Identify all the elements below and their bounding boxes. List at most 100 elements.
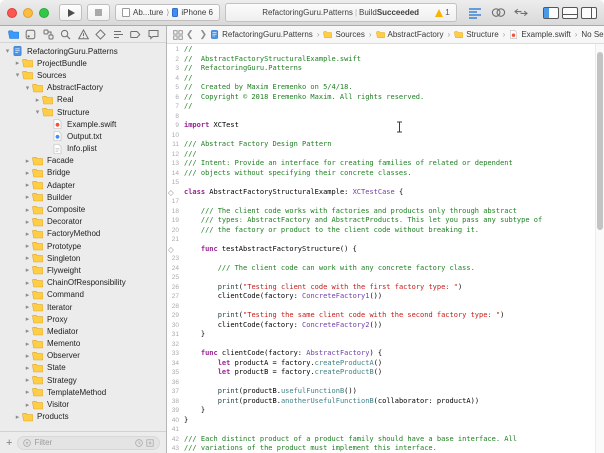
- warning-badge[interactable]: 1: [435, 8, 449, 17]
- breadcrumb-item-example-swift[interactable]: Example.swift: [509, 30, 570, 39]
- breadcrumb-item-no-selection[interactable]: No Selection: [581, 30, 604, 39]
- tree-item-adapter[interactable]: ▸Adapter: [0, 179, 166, 191]
- gutter[interactable]: 5: [167, 83, 184, 93]
- gutter[interactable]: 3: [167, 64, 184, 74]
- debug-navigator-icon[interactable]: [112, 28, 124, 40]
- gutter[interactable]: 33: [167, 349, 184, 359]
- tree-item-prototype[interactable]: ▸Prototype: [0, 240, 166, 252]
- go-forward-button[interactable]: ❯: [200, 29, 208, 40]
- add-button[interactable]: +: [6, 438, 12, 448]
- disclosure-closed-icon[interactable]: ▸: [23, 352, 32, 360]
- disclosure-open-icon[interactable]: ▾: [3, 47, 12, 55]
- code-line[interactable]: 39 }: [167, 406, 604, 416]
- gutter[interactable]: 17: [167, 197, 184, 207]
- tree-item-abstractfactory[interactable]: ▾AbstractFactory: [0, 82, 166, 94]
- recents-clock-icon[interactable]: [135, 439, 143, 447]
- code-line[interactable]: 32: [167, 340, 604, 350]
- gutter[interactable]: 31: [167, 330, 184, 340]
- gutter[interactable]: 24: [167, 264, 184, 274]
- gutter[interactable]: 32: [167, 340, 184, 350]
- test-navigator-icon[interactable]: [95, 28, 107, 40]
- disclosure-closed-icon[interactable]: ▸: [23, 266, 32, 274]
- gutter[interactable]: 2: [167, 55, 184, 65]
- gutter[interactable]: 43: [167, 444, 184, 453]
- breadcrumb-item-abstractfactory[interactable]: AbstractFactory: [376, 30, 444, 39]
- gutter[interactable]: 38: [167, 397, 184, 407]
- tree-item-templatemethod[interactable]: ▸TemplateMethod: [0, 386, 166, 398]
- tree-item-flyweight[interactable]: ▸Flyweight: [0, 264, 166, 276]
- code-line[interactable]: 4//: [167, 74, 604, 84]
- gutter[interactable]: 26: [167, 283, 184, 293]
- code-line[interactable]: 29 print("Testing the same client code w…: [167, 311, 604, 321]
- source-editor[interactable]: 1//2// AbstractFactoryStructuralExample.…: [167, 44, 604, 453]
- gutter[interactable]: 20: [167, 226, 184, 236]
- tree-item-memento[interactable]: ▸Memento: [0, 338, 166, 350]
- source-control-navigator-icon[interactable]: [25, 28, 37, 40]
- gutter[interactable]: 21: [167, 235, 184, 245]
- code-line[interactable]: 30 clientCode(factory: ConcreteFactory2(…: [167, 321, 604, 331]
- code-line[interactable]: 9import XCTest: [167, 121, 604, 131]
- code-line[interactable]: 13/// Intent: Provide an interface for c…: [167, 159, 604, 169]
- code-line[interactable]: 27 clientCode(factory: ConcreteFactory1(…: [167, 292, 604, 302]
- standard-editor-button[interactable]: [466, 5, 485, 21]
- editor-scrollbar[interactable]: [595, 44, 604, 453]
- gutter[interactable]: 13: [167, 159, 184, 169]
- disclosure-closed-icon[interactable]: ▸: [13, 413, 22, 421]
- tree-item-example-swift[interactable]: Example.swift: [0, 118, 166, 130]
- navigator-panel-toggle[interactable]: [543, 7, 559, 19]
- code-line[interactable]: 6// Copyright © 2018 Eremenko Maxim. All…: [167, 93, 604, 103]
- code-line[interactable]: 12///: [167, 150, 604, 160]
- disclosure-closed-icon[interactable]: ▸: [23, 401, 32, 409]
- tree-item-composite[interactable]: ▸Composite: [0, 203, 166, 215]
- activity-viewer[interactable]: RefactoringGuru.Patterns | Build Succeed…: [225, 3, 457, 22]
- file-tree[interactable]: ▾RefactoringGuru.Patterns▸ProjectBundle▾…: [0, 43, 166, 431]
- code-line[interactable]: 11/// Abstract Factory Design Pattern: [167, 140, 604, 150]
- disclosure-closed-icon[interactable]: ▸: [23, 242, 32, 250]
- code-line[interactable]: 20 /// the factory or product to the cli…: [167, 226, 604, 236]
- scrollbar-thumb[interactable]: [597, 52, 603, 230]
- tree-item-bridge[interactable]: ▸Bridge: [0, 167, 166, 179]
- debug-area-toggle[interactable]: [562, 7, 578, 19]
- code-line[interactable]: 40}: [167, 416, 604, 426]
- disclosure-closed-icon[interactable]: ▸: [23, 218, 32, 226]
- tree-item-strategy[interactable]: ▸Strategy: [0, 374, 166, 386]
- code-line[interactable]: 38 print(productB.anotherUsefulFunctionB…: [167, 397, 604, 407]
- tree-item-mediator[interactable]: ▸Mediator: [0, 325, 166, 337]
- version-editor-button[interactable]: [512, 5, 531, 21]
- gutter[interactable]: 25: [167, 273, 184, 283]
- test-diamond-icon[interactable]: ◇: [168, 245, 174, 255]
- tree-item-singleton[interactable]: ▸Singleton: [0, 252, 166, 264]
- code-line[interactable]: 8: [167, 112, 604, 122]
- code-line[interactable]: 33 func clientCode(factory: AbstractFact…: [167, 349, 604, 359]
- tree-item-structure[interactable]: ▾Structure: [0, 106, 166, 118]
- code-line[interactable]: ◇ func testAbstractFactoryStructure() {: [167, 245, 604, 255]
- tree-item-real[interactable]: ▸Real: [0, 94, 166, 106]
- assistant-editor-button[interactable]: [489, 5, 508, 21]
- disclosure-open-icon[interactable]: ▾: [13, 71, 22, 79]
- project-navigator-icon[interactable]: [7, 28, 19, 40]
- tree-item-refactoringguru-patterns[interactable]: ▾RefactoringGuru.Patterns: [0, 45, 166, 57]
- zoom-window-button[interactable]: [39, 8, 49, 18]
- related-items-icon[interactable]: [173, 27, 183, 43]
- code-line[interactable]: 21: [167, 235, 604, 245]
- disclosure-open-icon[interactable]: ▾: [33, 108, 42, 116]
- gutter[interactable]: 41: [167, 425, 184, 435]
- disclosure-closed-icon[interactable]: ▸: [13, 59, 22, 67]
- code-line[interactable]: 1//: [167, 45, 604, 55]
- go-back-button[interactable]: ❮: [186, 29, 194, 40]
- gutter[interactable]: 40: [167, 416, 184, 426]
- disclosure-closed-icon[interactable]: ▸: [23, 230, 32, 238]
- gutter[interactable]: 23: [167, 254, 184, 264]
- disclosure-closed-icon[interactable]: ▸: [23, 193, 32, 201]
- tree-item-sources[interactable]: ▾Sources: [0, 69, 166, 81]
- gutter[interactable]: 27: [167, 292, 184, 302]
- code-line[interactable]: 18 /// The client code works with factor…: [167, 207, 604, 217]
- code-line[interactable]: 36: [167, 378, 604, 388]
- tree-item-iterator[interactable]: ▸Iterator: [0, 301, 166, 313]
- disclosure-closed-icon[interactable]: ▸: [23, 303, 32, 311]
- disclosure-closed-icon[interactable]: ▸: [23, 388, 32, 396]
- code-line[interactable]: 17: [167, 197, 604, 207]
- gutter[interactable]: 39: [167, 406, 184, 416]
- disclosure-closed-icon[interactable]: ▸: [23, 157, 32, 165]
- disclosure-closed-icon[interactable]: ▸: [23, 291, 32, 299]
